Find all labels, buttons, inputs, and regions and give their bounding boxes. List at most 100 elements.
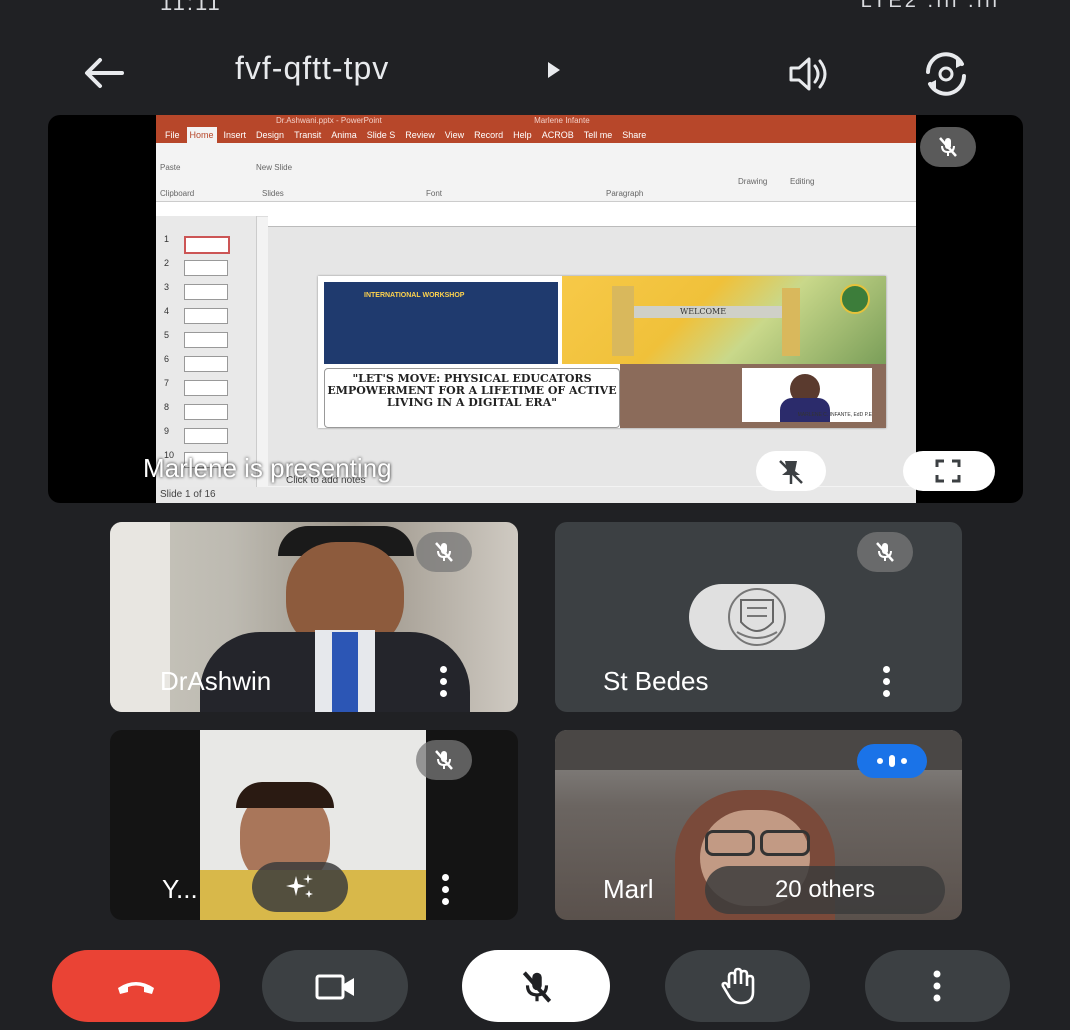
slide-thumbnail bbox=[184, 284, 228, 300]
slide-thumbnail bbox=[184, 380, 228, 396]
video-hair bbox=[236, 782, 334, 808]
ppt-tab: Home bbox=[186, 127, 217, 143]
ppt-tabs: File Home Insert Design Transit Anima Sl… bbox=[156, 127, 916, 143]
ppt-paste-label: Paste bbox=[160, 163, 181, 172]
university-seal bbox=[840, 284, 870, 314]
ppt-group-label: Drawing bbox=[738, 177, 768, 186]
video-tie bbox=[332, 632, 358, 712]
ppt-tab: View bbox=[444, 130, 465, 140]
participant-tile[interactable]: Y... bbox=[110, 730, 518, 920]
thumb-number: 1 bbox=[164, 234, 170, 244]
end-call-button[interactable] bbox=[52, 950, 220, 1022]
thumb-number: 8 bbox=[164, 402, 170, 412]
mic-off-badge bbox=[857, 532, 913, 572]
unpin-icon bbox=[779, 460, 803, 484]
speaker-photo: MARLENE C. INFANTE, EdD P.E bbox=[742, 368, 872, 422]
speaker-caption: MARLENE C. INFANTE, EdD P.E bbox=[797, 412, 872, 418]
slide-thumbnail bbox=[184, 404, 228, 420]
welcome-sign: WELCOME bbox=[680, 307, 727, 316]
thumb-number: 3 bbox=[164, 282, 170, 292]
ppt-window-title: Dr.Ashwani.pptx - PowerPoint bbox=[276, 116, 382, 125]
slide-thumbnail bbox=[184, 332, 228, 348]
mic-off-icon bbox=[435, 750, 453, 770]
ppt-newslide-label: New Slide bbox=[256, 163, 293, 172]
hand-icon bbox=[721, 967, 755, 1005]
powerpoint-window: Dr.Ashwani.pptx - PowerPoint Marlene Inf… bbox=[156, 115, 916, 503]
slide-thumbnail bbox=[184, 308, 228, 324]
more-vert-icon bbox=[933, 970, 941, 1002]
ppt-tab: Anima bbox=[331, 130, 357, 140]
slide-thumbnail bbox=[184, 428, 228, 444]
campus-gate-image: WELCOME bbox=[562, 276, 886, 364]
mic-off-badge bbox=[416, 532, 472, 572]
participant-name: Marl bbox=[603, 874, 654, 904]
more-options-icon[interactable] bbox=[438, 666, 448, 698]
avatar bbox=[689, 584, 825, 650]
ppt-ruler bbox=[268, 216, 916, 227]
phone-hangup-icon bbox=[118, 982, 154, 994]
more-options-icon[interactable] bbox=[440, 874, 450, 906]
top-bar: fvf-qftt-tpv bbox=[0, 40, 1070, 110]
slide-quote-box: "LET'S MOVE: PHYSICAL EDUCATORS EMPOWERM… bbox=[324, 368, 620, 428]
microphone-button[interactable] bbox=[462, 950, 610, 1022]
ppt-slide-status: Slide 1 of 16 bbox=[160, 489, 216, 500]
status-time: 11:11 bbox=[160, 0, 222, 15]
more-options-icon[interactable] bbox=[881, 666, 891, 698]
status-bar: 11:11 LTE2 .ıll .ıll bbox=[0, 0, 1070, 30]
mic-off-icon bbox=[939, 137, 957, 157]
ppt-group-label: Editing bbox=[790, 177, 815, 186]
speaker-panel: MARLENE C. INFANTE, EdD P.E bbox=[620, 364, 886, 428]
more-options-button[interactable] bbox=[865, 950, 1010, 1022]
thumb-number: 4 bbox=[164, 306, 170, 316]
effects-button[interactable] bbox=[252, 862, 348, 912]
thumb-number: 2 bbox=[164, 258, 170, 268]
chevron-right-icon[interactable] bbox=[548, 62, 560, 78]
slide-quote: "LET'S MOVE: PHYSICAL EDUCATORS EMPOWERM… bbox=[327, 372, 617, 409]
ppt-tab: Tell me bbox=[583, 130, 613, 140]
ppt-tab: Record bbox=[474, 130, 504, 140]
ppt-tab: Review bbox=[405, 130, 435, 140]
ppt-tab: Help bbox=[513, 130, 532, 140]
mic-off-icon bbox=[876, 542, 894, 562]
unpin-button[interactable] bbox=[756, 451, 826, 491]
ppt-group-label: Paragraph bbox=[606, 189, 644, 198]
slide-thumbnail bbox=[184, 260, 228, 276]
raise-hand-button[interactable] bbox=[665, 950, 810, 1022]
thumb-number: 5 bbox=[164, 330, 170, 340]
fullscreen-button[interactable] bbox=[903, 451, 995, 491]
video-glasses-left bbox=[705, 830, 755, 856]
presentation-tile[interactable]: Dr.Ashwani.pptx - PowerPoint Marlene Inf… bbox=[48, 115, 1023, 503]
participant-name: Y... bbox=[162, 874, 198, 904]
speaking-indicator bbox=[857, 744, 927, 778]
participant-tile[interactable]: Marl 20 others bbox=[555, 730, 962, 920]
call-controls bbox=[0, 950, 1070, 1030]
ppt-group-label: Font bbox=[426, 189, 443, 198]
ppt-tab: Design bbox=[256, 130, 285, 140]
ppt-tab: Transit bbox=[294, 130, 322, 140]
presenting-label: Marlene is presenting bbox=[143, 453, 392, 483]
slide-content: INTERNATIONAL WORKSHOP WELCOME "LET'S MO… bbox=[318, 276, 886, 428]
ppt-group-label: Slides bbox=[262, 189, 284, 198]
back-arrow-icon[interactable] bbox=[78, 48, 128, 98]
camera-button[interactable] bbox=[262, 950, 408, 1022]
participant-tile[interactable]: DrAshwin bbox=[110, 522, 518, 712]
ppt-slide-canvas: INTERNATIONAL WORKSHOP WELCOME "LET'S MO… bbox=[268, 216, 916, 486]
participant-tile[interactable]: St Bedes bbox=[555, 522, 962, 712]
others-count-button[interactable]: 20 others bbox=[705, 866, 945, 914]
mic-off-badge bbox=[920, 127, 976, 167]
ppt-tab: Slide S bbox=[366, 130, 396, 140]
ppt-tab: ACROB bbox=[541, 130, 574, 140]
ppt-user: Marlene Infante bbox=[534, 116, 590, 125]
mic-off-icon bbox=[522, 971, 552, 1003]
participant-name: DrAshwin bbox=[160, 666, 272, 696]
status-signal: LTE2 .ıll .ıll bbox=[860, 0, 1000, 12]
slide-thumbnail bbox=[184, 356, 228, 372]
ppt-tab: File bbox=[165, 130, 180, 140]
speaker-icon[interactable] bbox=[785, 50, 833, 98]
video-camera-icon bbox=[315, 974, 354, 1000]
slide-thumbnail bbox=[184, 236, 230, 254]
workshop-banner: INTERNATIONAL WORKSHOP bbox=[324, 282, 558, 364]
meeting-code[interactable]: fvf-qftt-tpv bbox=[235, 50, 389, 87]
flip-camera-icon[interactable] bbox=[920, 48, 972, 100]
sparkle-icon bbox=[286, 874, 313, 898]
